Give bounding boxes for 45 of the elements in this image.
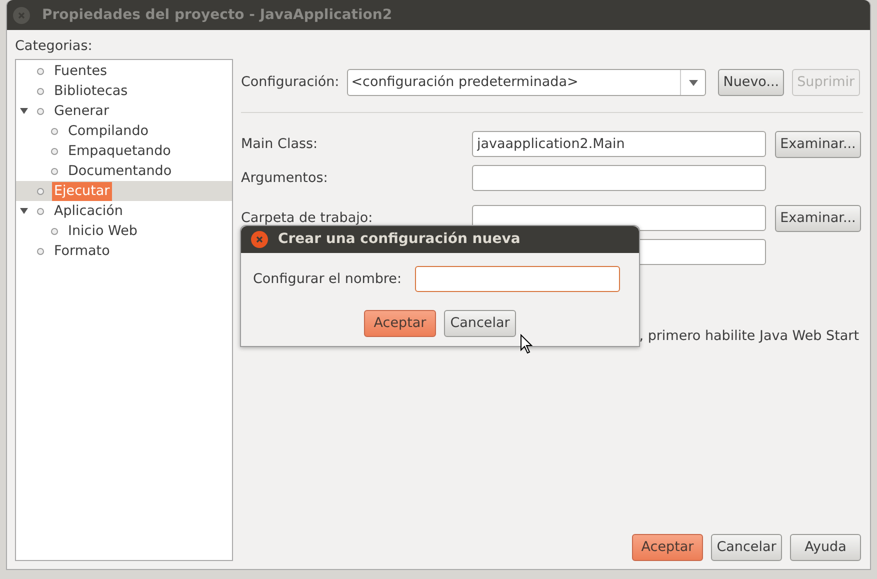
tree-item[interactable]: Inicio Web xyxy=(16,221,232,242)
bullet-icon xyxy=(51,128,58,135)
bullet-icon xyxy=(51,228,58,235)
tree-item[interactable]: Bibliotecas xyxy=(16,81,232,102)
bullet-icon xyxy=(37,188,44,195)
cancel-button[interactable]: Cancelar xyxy=(444,310,516,337)
bullet-icon xyxy=(37,68,44,75)
close-icon[interactable] xyxy=(251,231,268,248)
bullet-icon xyxy=(51,148,58,155)
bullet-icon xyxy=(37,88,44,95)
accept-button[interactable]: Aceptar xyxy=(364,310,436,337)
browse-button[interactable]: Examinar... xyxy=(775,204,861,232)
new-button[interactable]: Nuevo... xyxy=(718,69,784,96)
window-title: Propiedades del proyecto - JavaApplication2 xyxy=(42,6,392,24)
tree-item[interactable]: Empaquetando xyxy=(16,141,232,162)
tree-item[interactable]: Aplicación xyxy=(16,201,232,222)
bullet-icon xyxy=(37,208,44,215)
cursor-icon xyxy=(520,334,533,354)
configuration-dropdown[interactable]: <configuración predeterminada> xyxy=(347,69,706,96)
name-field[interactable] xyxy=(414,266,620,292)
field-label: Main Class: xyxy=(241,134,319,154)
tree-item[interactable]: Formato xyxy=(16,241,232,262)
field-label: Argumentos: xyxy=(241,168,329,188)
bullet-icon xyxy=(37,248,44,255)
configuration-label: Configuración: xyxy=(241,73,340,92)
tree-item[interactable]: Generar xyxy=(16,101,232,122)
accept-button[interactable]: Aceptar xyxy=(632,534,703,561)
name-label: Configurar el nombre: xyxy=(253,270,402,289)
text-field[interactable] xyxy=(472,165,766,191)
expander-icon[interactable] xyxy=(19,106,29,116)
hint-text: , primero habilite Java Web Start xyxy=(639,327,859,346)
field-label: Carpeta de trabajo: xyxy=(241,208,374,228)
bullet-icon xyxy=(51,168,58,175)
tree-item[interactable]: Documentando xyxy=(16,161,232,182)
cancel-button[interactable]: Cancelar xyxy=(711,534,782,561)
help-button[interactable]: Ayuda xyxy=(790,534,861,561)
bullet-icon xyxy=(37,108,44,115)
text-field[interactable]: javaapplication2.Main xyxy=(472,131,766,157)
categories-label: Categorias: xyxy=(15,37,94,56)
tree-item[interactable]: Fuentes xyxy=(16,61,232,82)
browse-button[interactable]: Examinar... xyxy=(775,130,861,158)
caret-icon xyxy=(688,80,698,86)
dialog-title: Crear una configuración nueva xyxy=(278,230,520,249)
tree-item[interactable]: Compilando xyxy=(16,121,232,142)
expander-icon[interactable] xyxy=(19,206,29,216)
